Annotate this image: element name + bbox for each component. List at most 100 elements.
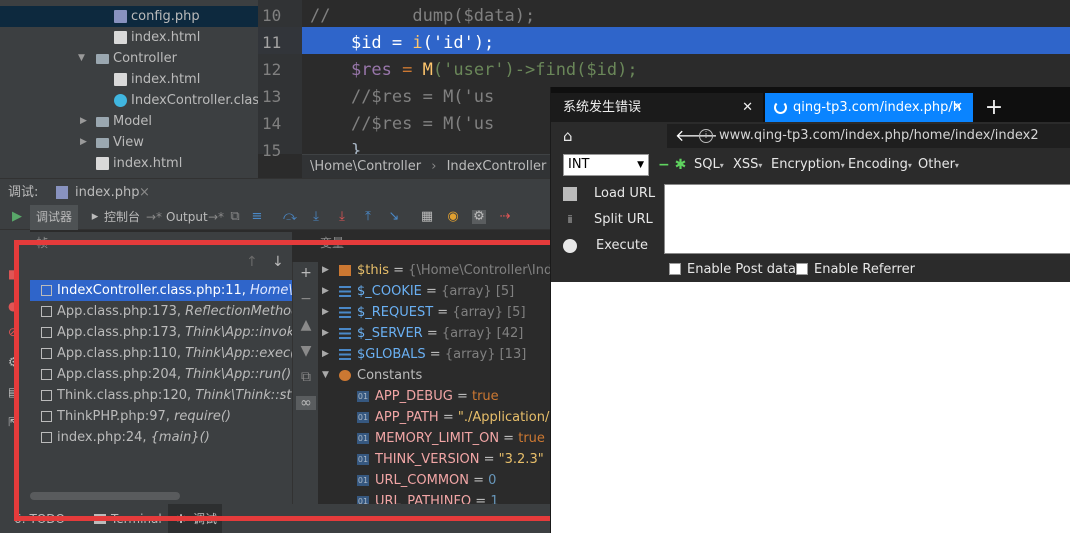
- tree-item-view[interactable]: ▶ View: [0, 132, 258, 153]
- frame-row[interactable]: App.class.php:204, Think\App::run(): [30, 364, 292, 385]
- layout-icon[interactable]: ▤: [8, 386, 20, 398]
- horizontal-scrollbar[interactable]: [30, 492, 180, 500]
- frame-row[interactable]: IndexController.class.php:11, Home\Con: [30, 280, 292, 301]
- move-down-icon[interactable]: ▼: [299, 344, 313, 358]
- expand-arrow-icon[interactable]: ▶: [322, 302, 332, 323]
- restore-frames-icon[interactable]: ⇢: [498, 210, 512, 224]
- show-execution-point-icon[interactable]: ≡: [250, 210, 264, 224]
- constant-row[interactable]: 01 URL_PATHINFO = 1: [318, 491, 550, 504]
- frame-row[interactable]: App.class.php:110, Think\App::exec(): [30, 343, 292, 364]
- resume-icon[interactable]: ▶: [10, 210, 24, 224]
- breakpoint-icon[interactable]: ●: [8, 300, 20, 312]
- debug-session-tab[interactable]: index.php: [75, 179, 139, 206]
- breadcrumb-item[interactable]: \Home\Controller: [310, 159, 421, 174]
- url-bar[interactable]: 🡐 i www.qing-tp3.com/index.php/home/inde…: [667, 124, 1070, 148]
- checkbox-box[interactable]: [669, 263, 681, 275]
- pin-icon[interactable]: ⇱: [8, 416, 20, 428]
- breadcrumb-item[interactable]: IndexController: [447, 159, 547, 174]
- hackbar-menu-encoding[interactable]: Encoding▾: [848, 154, 912, 177]
- variable-row[interactable]: ▶ $_SERVER = {array} [42]: [318, 323, 550, 344]
- watches-icon[interactable]: ◉: [446, 210, 460, 224]
- settings-icon[interactable]: ⚙: [8, 356, 20, 368]
- variable-row[interactable]: ▶ $_REQUEST = {array} [5]: [318, 302, 550, 323]
- close-icon[interactable]: ✕: [742, 93, 753, 122]
- execute-button[interactable]: Execute: [563, 236, 658, 256]
- constant-row[interactable]: 01 THINK_VERSION = "3.2.3": [318, 449, 550, 470]
- hackbar-menu-other[interactable]: Other▾: [918, 154, 959, 177]
- collapse-arrow-icon[interactable]: ▼: [322, 365, 332, 386]
- hackbar-plus-minus-icon[interactable]: − ✱: [658, 154, 686, 176]
- hackbar-menu-sql[interactable]: SQL▾: [694, 154, 724, 177]
- constant-row[interactable]: 01 URL_COMMON = 0: [318, 470, 550, 491]
- tab-todo[interactable]: 6: TODO: [14, 508, 65, 530]
- home-icon[interactable]: ⌂: [563, 128, 579, 144]
- frame-row[interactable]: App.class.php:173, ReflectionMethod->i: [30, 301, 292, 322]
- split-url-button[interactable]: ⅱ Split URL: [563, 210, 658, 230]
- variable-row[interactable]: ▶ $_COOKIE = {array} [5]: [318, 281, 550, 302]
- force-step-into-icon[interactable]: ⤓: [335, 210, 349, 224]
- tab-terminal[interactable]: Terminal: [111, 508, 162, 530]
- tab-output[interactable]: Output: [166, 205, 208, 230]
- run-to-cursor-icon[interactable]: ↘: [387, 210, 401, 224]
- pin-icon[interactable]: →*: [146, 205, 162, 230]
- tree-item-config-php[interactable]: config.php: [0, 6, 258, 27]
- constant-row[interactable]: 01 APP_PATH = "./Application/": [318, 407, 550, 428]
- collapsed-chevron-icon[interactable]: ▶: [80, 111, 90, 132]
- new-tab-icon[interactable]: +: [979, 93, 1009, 122]
- expand-arrow-icon[interactable]: ▶: [322, 323, 332, 344]
- move-up-icon[interactable]: ▲: [299, 318, 313, 332]
- copy-icon[interactable]: ⧉: [299, 370, 313, 384]
- variable-row-constants[interactable]: ▼ Constants: [318, 365, 550, 386]
- code-line[interactable]: // dump($data);: [302, 0, 1070, 27]
- collapsed-chevron-icon[interactable]: ▶: [80, 132, 90, 153]
- browser-tab-active[interactable]: qing-tp3.com/index.php/h ✕: [765, 93, 973, 122]
- arrow-down-icon[interactable]: ↓: [272, 254, 284, 270]
- frame-row[interactable]: index.php:24, {main}(): [30, 427, 292, 448]
- pin-icon[interactable]: →*: [208, 205, 224, 230]
- expanded-chevron-icon[interactable]: ▼: [78, 48, 88, 69]
- tab-debugger[interactable]: 调试器: [30, 205, 79, 230]
- tree-item-index-controller[interactable]: IndexController.class.: [0, 90, 270, 111]
- checkbox-box[interactable]: [796, 263, 808, 275]
- hackbar-url-textarea[interactable]: [664, 184, 1070, 254]
- step-into-icon[interactable]: ⤓: [309, 210, 323, 224]
- enable-referrer-checkbox[interactable]: Enable Referrer: [796, 261, 915, 279]
- tab-console[interactable]: 控制台: [104, 205, 140, 230]
- variable-row[interactable]: ▶ $this = {\Home\Controller\IndexC: [318, 260, 550, 281]
- frame-row[interactable]: App.class.php:173, Think\App::invokeAct: [30, 322, 292, 343]
- expand-arrow-icon[interactable]: ▶: [322, 281, 332, 302]
- variable-row[interactable]: ▶ $GLOBALS = {array} [13]: [318, 344, 550, 365]
- restore-layout-icon[interactable]: ⧉: [228, 210, 242, 224]
- mute-breakpoints-icon[interactable]: ⊘: [8, 326, 20, 338]
- close-icon[interactable]: ✕: [952, 93, 963, 122]
- evaluate-expression-icon[interactable]: ▦: [420, 210, 434, 224]
- info-icon[interactable]: i: [699, 129, 713, 143]
- constant-row[interactable]: 01 MEMORY_LIMIT_ON = true: [318, 428, 550, 449]
- step-over-icon[interactable]: ⤼: [283, 210, 297, 224]
- frame-row[interactable]: ThinkPHP.php:97, require(): [30, 406, 292, 427]
- tree-item-index-html[interactable]: index.html: [0, 27, 258, 48]
- constant-row[interactable]: 01 APP_DEBUG = true: [318, 386, 550, 407]
- add-watch-icon[interactable]: +: [299, 266, 313, 280]
- watch-glasses-icon[interactable]: ∞: [296, 396, 316, 410]
- close-icon[interactable]: ×: [139, 179, 150, 206]
- load-url-button[interactable]: Load URL: [563, 184, 658, 204]
- tree-item-controller-index-html[interactable]: index.html: [0, 69, 258, 90]
- remove-watch-icon[interactable]: −: [299, 292, 313, 306]
- tree-item-root-index-html[interactable]: index.html: [0, 153, 258, 174]
- arrow-up-icon[interactable]: ↑: [246, 254, 258, 270]
- code-line-breakpoint-current[interactable]: $id = i('id');: [302, 27, 1070, 54]
- tree-item-controller[interactable]: ▼ Controller: [0, 48, 258, 69]
- expand-arrow-icon[interactable]: ▶: [322, 260, 332, 281]
- hackbar-type-select[interactable]: INT ▼: [563, 154, 649, 176]
- hackbar-menu-encryption[interactable]: Encryption▾: [771, 154, 845, 177]
- browser-tab-error[interactable]: 系统发生错误 ✕: [551, 93, 763, 122]
- settings-icon[interactable]: ⚙: [472, 210, 486, 224]
- frame-row[interactable]: Think.class.php:120, Think\Think::start(…: [30, 385, 292, 406]
- stop-icon[interactable]: ■: [8, 268, 20, 280]
- enable-post-data-checkbox[interactable]: Enable Post data: [669, 261, 796, 279]
- step-out-icon[interactable]: ⤒: [361, 210, 375, 224]
- tab-debug[interactable]: 调试: [193, 508, 217, 530]
- tree-item-model[interactable]: ▶ Model: [0, 111, 258, 132]
- code-line[interactable]: $res = M('user')->find($id);: [302, 54, 1070, 81]
